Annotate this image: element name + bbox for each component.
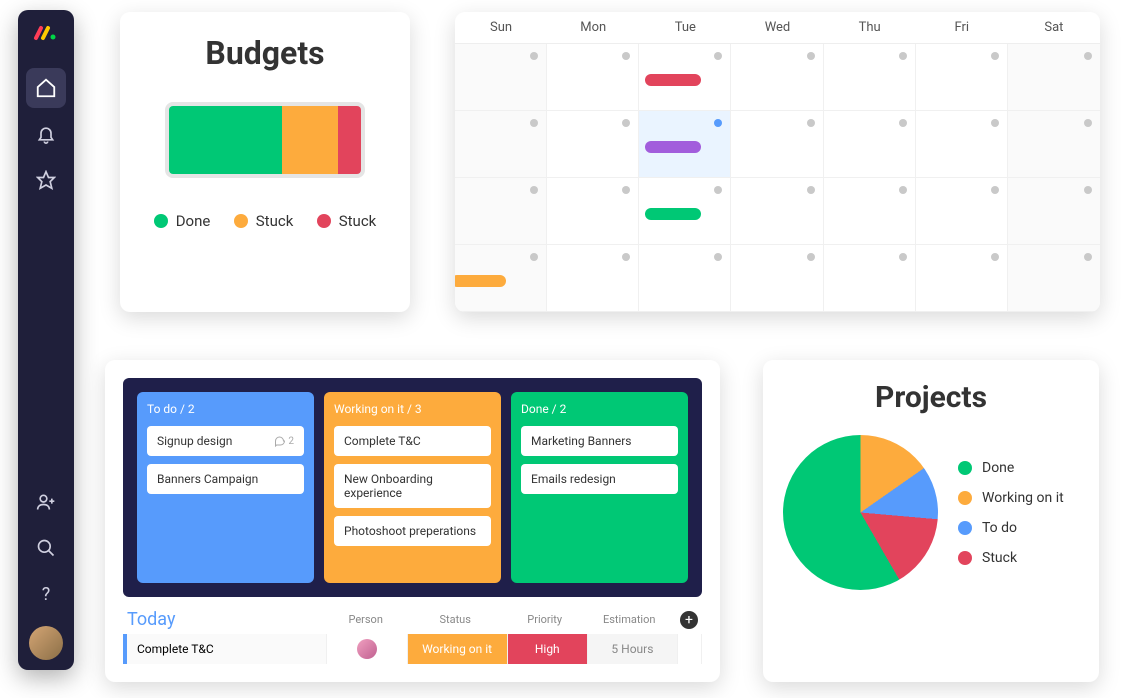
kanban-card-item[interactable]: Emails redesign (521, 464, 678, 494)
cal-cell[interactable] (547, 44, 639, 111)
kanban-card: To do / 2 Signup design2 Banners Campaig… (105, 360, 720, 682)
logo-icon (33, 20, 59, 50)
cal-cell[interactable] (1008, 178, 1100, 245)
table-header-status: Status (405, 613, 504, 626)
person-cell[interactable] (327, 634, 407, 664)
battery-segment-done (169, 106, 282, 174)
cal-cell[interactable] (455, 245, 547, 312)
calendar-card: Sun Mon Tue Wed Thu Fri Sat (455, 12, 1100, 312)
kanban-card-item[interactable]: Signup design2 (147, 426, 304, 456)
cal-cell[interactable] (824, 245, 916, 312)
cal-cell[interactable] (547, 245, 639, 312)
table-header-priority: Priority (505, 613, 585, 626)
cal-cell[interactable] (547, 111, 639, 178)
home-icon[interactable] (26, 68, 66, 108)
kanban-card-item[interactable]: Complete T&C (334, 426, 491, 456)
cal-cell[interactable] (1008, 44, 1100, 111)
cal-cell[interactable] (916, 111, 1008, 178)
table-row[interactable]: Complete T&C Working on it High 5 Hours (123, 634, 702, 664)
kanban-card-item[interactable]: New Onboarding experience (334, 464, 491, 508)
budgets-legend: Done Stuck Stuck (142, 212, 388, 230)
cal-day-sat: Sat (1008, 12, 1100, 43)
kanban-card-item[interactable]: Marketing Banners (521, 426, 678, 456)
search-icon[interactable] (26, 528, 66, 568)
legend-done: Done (154, 212, 211, 230)
projects-title: Projects (783, 380, 1079, 415)
cal-cell[interactable] (455, 44, 547, 111)
add-column-button[interactable]: + (674, 611, 698, 629)
kanban-card-item[interactable]: Banners Campaign (147, 464, 304, 494)
cal-cell[interactable] (731, 111, 823, 178)
avatar (357, 639, 377, 659)
legend-stuck-2: Stuck (317, 212, 377, 230)
today-table: Today Person Status Priority Estimation … (123, 609, 702, 664)
today-label: Today (127, 609, 326, 630)
cal-day-sun: Sun (455, 12, 547, 43)
estimation-cell[interactable]: 5 Hours (588, 634, 678, 664)
battery-segment-stuck-2 (338, 106, 361, 174)
sidebar: ? (18, 10, 74, 670)
table-header-estimation: Estimation (584, 613, 674, 626)
kanban-col-title: Done / 2 (521, 402, 678, 416)
budgets-battery-chart (165, 102, 365, 178)
bell-icon[interactable] (26, 114, 66, 154)
cal-cell[interactable] (824, 178, 916, 245)
legend-todo: To do (958, 520, 1064, 536)
budgets-card: Budgets Done Stuck Stuck (120, 12, 410, 312)
legend-stuck-1: Stuck (234, 212, 294, 230)
status-cell[interactable]: Working on it (408, 634, 508, 664)
cal-cell[interactable] (639, 178, 731, 245)
cal-day-wed: Wed (731, 12, 823, 43)
cal-cell[interactable] (916, 178, 1008, 245)
projects-card: Projects Done Working on it To do Stuck (763, 360, 1099, 682)
cal-cell[interactable] (1008, 245, 1100, 312)
cal-day-tue: Tue (639, 12, 731, 43)
legend-working: Working on it (958, 490, 1064, 506)
cal-cell[interactable] (824, 111, 916, 178)
star-icon[interactable] (26, 160, 66, 200)
kanban-col-title: To do / 2 (147, 402, 304, 416)
kanban-col-title: Working on it / 3 (334, 402, 491, 416)
cal-cell[interactable] (916, 44, 1008, 111)
kanban-col-working: Working on it / 3 Complete T&C New Onboa… (324, 392, 501, 583)
cal-cell[interactable] (547, 178, 639, 245)
kanban-col-done: Done / 2 Marketing Banners Emails redesi… (511, 392, 688, 583)
legend-done: Done (958, 460, 1064, 476)
calendar-body (455, 44, 1100, 312)
help-icon[interactable]: ? (26, 574, 66, 614)
budgets-title: Budgets (142, 34, 388, 72)
cal-cell[interactable] (1008, 111, 1100, 178)
kanban-board: To do / 2 Signup design2 Banners Campaig… (123, 378, 702, 597)
comment-icon: 2 (274, 435, 294, 447)
cal-cell[interactable] (824, 44, 916, 111)
legend-stuck: Stuck (958, 550, 1064, 566)
cal-cell[interactable] (731, 178, 823, 245)
cal-day-thu: Thu (824, 12, 916, 43)
cal-day-fri: Fri (916, 12, 1008, 43)
cal-cell[interactable] (916, 245, 1008, 312)
cal-cell[interactable] (731, 44, 823, 111)
cal-cell[interactable] (639, 111, 731, 178)
cal-day-mon: Mon (547, 12, 639, 43)
cal-cell[interactable] (455, 178, 547, 245)
kanban-card-item[interactable]: Photoshoot preperations (334, 516, 491, 546)
battery-segment-stuck-1 (282, 106, 338, 174)
cal-cell[interactable] (639, 245, 731, 312)
calendar-header: Sun Mon Tue Wed Thu Fri Sat (455, 12, 1100, 44)
projects-legend: Done Working on it To do Stuck (958, 460, 1064, 566)
add-user-icon[interactable] (26, 482, 66, 522)
cal-cell[interactable] (455, 111, 547, 178)
cal-cell[interactable] (731, 245, 823, 312)
kanban-col-todo: To do / 2 Signup design2 Banners Campaig… (137, 392, 314, 583)
projects-pie-chart (783, 435, 938, 590)
task-name: Complete T&C (127, 634, 327, 664)
table-header-person: Person (326, 613, 406, 626)
avatar[interactable] (29, 626, 63, 660)
priority-cell[interactable]: High (508, 634, 588, 664)
cal-cell[interactable] (639, 44, 731, 111)
